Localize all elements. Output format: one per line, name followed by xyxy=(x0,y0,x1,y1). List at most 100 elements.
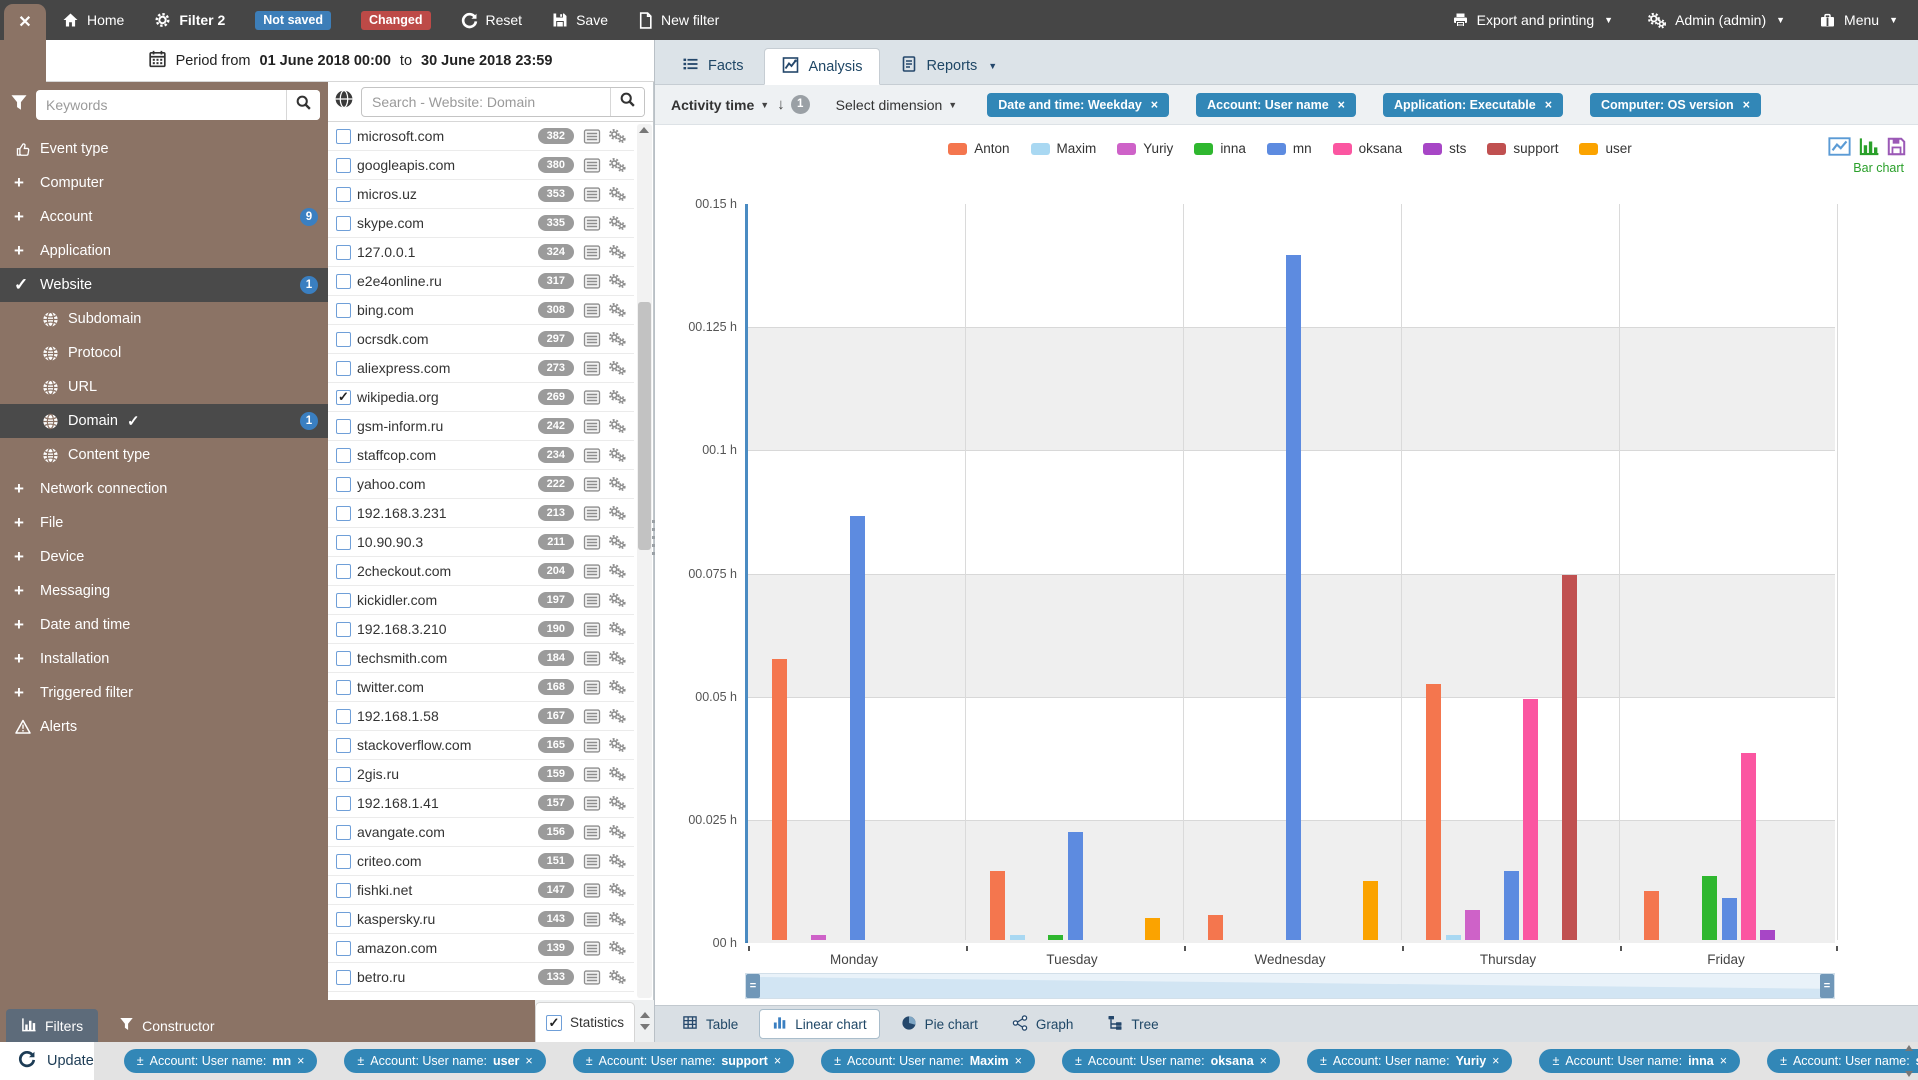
plus-minus-icon[interactable]: ± xyxy=(1552,1054,1559,1068)
statistics-toggle[interactable]: ✓ Statistics xyxy=(535,1002,635,1042)
sidebar-item-url[interactable]: URL xyxy=(0,370,328,404)
domain-checkbox[interactable] xyxy=(336,332,351,347)
legend-item[interactable]: Anton xyxy=(948,141,1009,156)
sidebar-item-alerts[interactable]: Alerts xyxy=(0,710,328,744)
details-list-icon[interactable] xyxy=(583,245,601,260)
chip-close-icon[interactable]: × xyxy=(525,1054,532,1068)
settings-gears-icon[interactable] xyxy=(608,795,627,811)
sidebar-item-website[interactable]: ✓Website1 xyxy=(0,268,328,302)
details-list-icon[interactable] xyxy=(583,158,601,173)
domain-checkbox[interactable] xyxy=(336,622,351,637)
domain-checkbox[interactable] xyxy=(336,506,351,521)
tab-pie-chart[interactable]: Pie chart xyxy=(888,1009,991,1040)
domain-checkbox[interactable] xyxy=(336,593,351,608)
domain-checkbox[interactable] xyxy=(336,564,351,579)
plus-minus-icon[interactable]: ± xyxy=(137,1054,144,1068)
sidebar-item-domain[interactable]: Domain✓1 xyxy=(0,404,328,438)
chart-range-slider[interactable]: = = xyxy=(745,973,1835,999)
domain-checkbox[interactable] xyxy=(336,158,351,173)
legend-item[interactable]: inna xyxy=(1194,141,1246,156)
keywords-search-button[interactable] xyxy=(286,90,320,120)
details-list-icon[interactable] xyxy=(583,506,601,521)
domain-row[interactable]: 192.168.3.231213 xyxy=(328,499,634,528)
details-list-icon[interactable] xyxy=(583,274,601,289)
sidebar-item-protocol[interactable]: Protocol xyxy=(0,336,328,370)
settings-gears-icon[interactable] xyxy=(608,592,627,608)
settings-gears-icon[interactable] xyxy=(608,476,627,492)
domain-checkbox[interactable] xyxy=(336,274,351,289)
domain-row[interactable]: 2checkout.com204 xyxy=(328,557,634,586)
account-chip[interactable]: ±Account: User name:inna× xyxy=(1539,1049,1740,1073)
chip-close-icon[interactable]: × xyxy=(1260,1054,1267,1068)
domain-checkbox[interactable] xyxy=(336,419,351,434)
domain-checkbox[interactable] xyxy=(336,854,351,869)
settings-gears-icon[interactable] xyxy=(608,447,627,463)
period-bar[interactable]: Period from 01 June 2018 00:00 to 30 Jun… xyxy=(46,40,654,82)
sidebar-item-subdomain[interactable]: Subdomain xyxy=(0,302,328,336)
settings-gears-icon[interactable] xyxy=(608,621,627,637)
settings-gears-icon[interactable] xyxy=(608,389,627,405)
domain-row[interactable]: microsoft.com382 xyxy=(328,122,634,151)
domain-search-input[interactable] xyxy=(362,94,610,110)
domain-checkbox[interactable] xyxy=(336,245,351,260)
settings-gears-icon[interactable] xyxy=(608,853,627,869)
domain-search-button[interactable] xyxy=(610,88,644,116)
tab-facts[interactable]: Facts xyxy=(665,47,760,84)
sort-direction-icon[interactable]: ↓ xyxy=(777,96,785,113)
slider-handle-left[interactable]: = xyxy=(746,974,760,998)
domain-row[interactable]: kickidler.com197 xyxy=(328,586,634,615)
details-list-icon[interactable] xyxy=(583,332,601,347)
dimension-chip[interactable]: Computer: OS version× xyxy=(1590,93,1761,117)
domain-row[interactable]: fishki.net147 xyxy=(328,876,634,905)
sidebar-item-messaging[interactable]: +Messaging xyxy=(0,574,328,608)
settings-gears-icon[interactable] xyxy=(608,186,627,202)
domain-row[interactable]: googleapis.com380 xyxy=(328,151,634,180)
domain-row[interactable]: 192.168.1.58167 xyxy=(328,702,634,731)
sidebar-item-content-type[interactable]: Content type xyxy=(0,438,328,472)
domain-checkbox[interactable] xyxy=(336,129,351,144)
scrollbar-thumb[interactable] xyxy=(638,302,651,550)
domain-checkbox[interactable] xyxy=(336,767,351,782)
settings-gears-icon[interactable] xyxy=(608,505,627,521)
export-printing-menu[interactable]: Export and printing ▼ xyxy=(1452,12,1613,28)
domain-row[interactable]: skype.com335 xyxy=(328,209,634,238)
tab-reports[interactable]: Reports ▼ xyxy=(884,47,1014,84)
domain-row[interactable]: betro.ru133 xyxy=(328,963,634,992)
save-chart-icon[interactable] xyxy=(1887,137,1906,156)
tab-tree[interactable]: Tree xyxy=(1094,1009,1171,1040)
domain-checkbox[interactable] xyxy=(336,709,351,724)
details-list-icon[interactable] xyxy=(583,390,601,405)
domain-checkbox[interactable] xyxy=(336,941,351,956)
scroll-up-icon[interactable] xyxy=(640,1012,650,1018)
settings-gears-icon[interactable] xyxy=(608,563,627,579)
details-list-icon[interactable] xyxy=(583,854,601,869)
admin-menu[interactable]: Admin (admin) ▼ xyxy=(1647,12,1785,29)
settings-gears-icon[interactable] xyxy=(608,824,627,840)
details-list-icon[interactable] xyxy=(583,883,601,898)
domain-row[interactable]: yahoo.com222 xyxy=(328,470,634,499)
domain-checkbox[interactable] xyxy=(336,216,351,231)
details-list-icon[interactable] xyxy=(583,448,601,463)
details-list-icon[interactable] xyxy=(583,622,601,637)
settings-gears-icon[interactable] xyxy=(608,302,627,318)
legend-item[interactable]: support xyxy=(1487,141,1558,156)
legend-item[interactable]: mn xyxy=(1267,141,1312,156)
domain-checkbox[interactable] xyxy=(336,680,351,695)
settings-gears-icon[interactable] xyxy=(608,911,627,927)
settings-gears-icon[interactable] xyxy=(608,215,627,231)
details-list-icon[interactable] xyxy=(583,419,601,434)
select-dimension-dropdown[interactable]: Select dimension xyxy=(836,97,943,113)
domain-row[interactable]: 2gis.ru159 xyxy=(328,760,634,789)
domain-row[interactable]: ✓wikipedia.org269 xyxy=(328,383,634,412)
panel-splitter-handle[interactable] xyxy=(650,520,657,560)
tab-linear-chart[interactable]: Linear chart xyxy=(759,1009,879,1039)
domain-checkbox[interactable] xyxy=(336,187,351,202)
domain-checkbox[interactable] xyxy=(336,361,351,376)
plus-minus-icon[interactable]: ± xyxy=(1075,1054,1082,1068)
chips-scrollbar[interactable] xyxy=(1902,1042,1916,1080)
sidebar-item-installation[interactable]: +Installation xyxy=(0,642,328,676)
details-list-icon[interactable] xyxy=(583,912,601,927)
domain-list-scrollbar[interactable] xyxy=(637,124,652,998)
settings-gears-icon[interactable] xyxy=(608,650,627,666)
sidebar-item-network-connection[interactable]: +Network connection xyxy=(0,472,328,506)
